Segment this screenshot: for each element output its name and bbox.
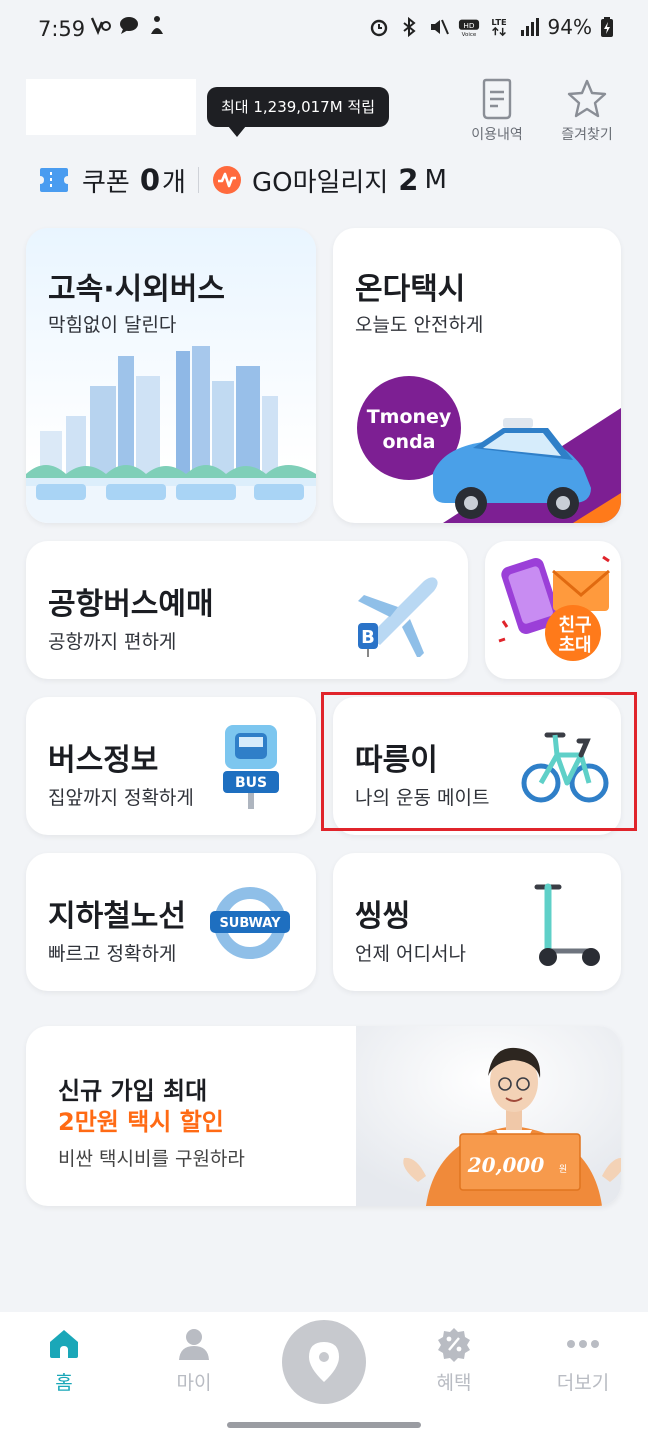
nav-benefits-label: 혜택 — [436, 1372, 472, 1394]
favorites-label: 즐겨찾기 — [561, 127, 613, 143]
receipt-icon — [482, 78, 512, 120]
svg-text:Tmoney: Tmoney — [367, 406, 452, 428]
svg-text:HD: HD — [463, 21, 475, 30]
scooter-icon — [534, 883, 600, 966]
promo-line3: 비싼 택시비를 구원하라 — [58, 1148, 245, 1170]
nav-home[interactable]: 홈 — [19, 1326, 109, 1395]
more-dots-icon — [567, 1340, 599, 1348]
invite-envelope-icon: 친구 초대 — [498, 555, 610, 661]
figure-icon — [151, 16, 163, 34]
nav-my-label: 마이 — [176, 1372, 212, 1394]
percent-badge-icon — [438, 1328, 470, 1362]
subway-title: 지하철노선 — [48, 899, 186, 934]
bus-info-subtitle: 집앞까지 정확하게 — [48, 787, 194, 809]
friend-invite-card[interactable]: 친구 초대 — [485, 541, 621, 679]
bus-sign-icon: BUS — [223, 725, 279, 809]
favorites-button[interactable]: 즐겨찾기 — [552, 78, 622, 144]
svg-text:SUBWAY: SUBWAY — [219, 916, 281, 931]
history-label: 이용내역 — [471, 127, 523, 143]
svg-text:초대: 초대 — [558, 635, 591, 656]
scooter-subtitle: 언제 어디서나 — [355, 943, 466, 965]
subway-logo-icon: SUBWAY — [210, 887, 290, 959]
nav-my[interactable]: 마이 — [149, 1326, 239, 1395]
coupon-label[interactable]: 쿠폰 — [82, 162, 130, 199]
status-time: 7:59 — [38, 17, 86, 41]
promo-voucher-value: 20,000 — [467, 1153, 545, 1177]
hd-voice-icon: HD Voice — [458, 19, 479, 38]
mileage-value: 2 — [398, 163, 419, 197]
coupon-count: 0 — [139, 163, 161, 197]
nav-more[interactable]: 더보기 — [538, 1326, 628, 1395]
express-bus-subtitle: 막힘없이 달린다 — [48, 314, 177, 336]
counts-divider — [197, 167, 199, 193]
mute-icon — [430, 19, 449, 35]
promo-model-image: 20,000 원 — [356, 1026, 621, 1206]
counts-row: 쿠폰 0 개 GO마일리지 2 M — [38, 162, 447, 198]
status-bar: 7:59 HD Voice LTE 94% — [0, 0, 648, 56]
airport-bus-subtitle: 공항까지 편하게 — [48, 631, 177, 653]
airport-bus-title: 공항버스예매 — [48, 587, 214, 622]
nav-location-button[interactable] — [282, 1320, 366, 1404]
mileage-unit: M — [424, 165, 447, 195]
taxi-subtitle: 오늘도 안전하게 — [355, 314, 484, 336]
svg-text:Voice: Voice — [461, 32, 476, 38]
location-pin-icon — [309, 1342, 339, 1382]
svg-text:B: B — [361, 627, 375, 648]
signal-icon — [520, 18, 539, 36]
airport-bus-card[interactable]: 공항버스예매 공항까지 편하게 B — [26, 541, 468, 679]
nav-benefits[interactable]: 혜택 — [409, 1326, 499, 1395]
mileage-icon — [212, 166, 241, 194]
star-icon — [567, 79, 607, 118]
chat-icon — [120, 17, 138, 34]
volte-icon — [90, 17, 111, 36]
taxi-car-icon: Tmoney onda — [357, 376, 621, 523]
home-icon — [50, 1330, 78, 1358]
mileage-label[interactable]: GO마일리지 — [252, 162, 388, 199]
battery-percent: 94% — [547, 15, 592, 39]
ssingssing-scooter-card[interactable]: 씽씽 언제 어디서나 — [333, 853, 621, 991]
bottom-navigation: 홈 마이 혜택 더보기 — [0, 1312, 648, 1440]
svg-text:BUS: BUS — [235, 775, 267, 791]
notification-icons — [90, 14, 168, 36]
promo-line2: 2만원 택시 할인 — [58, 1108, 224, 1136]
bus-info-title: 버스정보 — [48, 743, 159, 778]
airplane-icon: B — [358, 577, 438, 657]
onda-taxi-card[interactable]: 온다택시 오늘도 안전하게 Tmoney onda — [333, 228, 621, 523]
bus-info-card[interactable]: 버스정보 집앞까지 정확하게 BUS — [26, 697, 316, 835]
coupon-unit: 개 — [162, 167, 186, 198]
tooltip-tail — [228, 126, 246, 137]
city-skyline-icon — [26, 346, 316, 523]
subway-card[interactable]: 지하철노선 빠르고 정확하게 SUBWAY — [26, 853, 316, 991]
svg-text:onda: onda — [382, 431, 435, 453]
express-bus-title: 고속·시외버스 — [48, 272, 225, 307]
lte-icon: LTE — [491, 17, 507, 37]
svg-text:원: 원 — [559, 1164, 567, 1175]
nav-more-label: 더보기 — [556, 1372, 610, 1394]
signup-promo-banner[interactable]: 신규 가입 최대 2만원 택시 할인 비싼 택시비를 구원하라 20,000 원 — [26, 1026, 621, 1206]
express-bus-card[interactable]: 고속·시외버스 막힘없이 달린다 — [26, 228, 316, 523]
bike-highlight-box — [321, 692, 637, 831]
bluetooth-icon — [402, 16, 416, 38]
home-indicator[interactable] — [227, 1422, 421, 1428]
nav-home-label: 홈 — [55, 1372, 73, 1394]
system-icons: HD Voice LTE 94% — [368, 15, 614, 39]
alarm-icon — [370, 19, 387, 37]
person-icon — [179, 1329, 209, 1360]
coupon-icon — [40, 168, 68, 192]
svg-text:친구: 친구 — [558, 615, 591, 636]
user-name-box[interactable] — [26, 79, 196, 135]
subway-subtitle: 빠르고 정확하게 — [48, 943, 177, 965]
promo-line1: 신규 가입 최대 — [58, 1077, 208, 1105]
mileage-tooltip: 최대 1,239,017M 적립 — [207, 87, 390, 127]
history-button[interactable]: 이용내역 — [462, 78, 532, 144]
taxi-title: 온다택시 — [355, 272, 466, 307]
battery-icon — [601, 17, 613, 37]
svg-text:LTE: LTE — [491, 17, 507, 27]
scooter-title: 씽씽 — [355, 899, 411, 934]
